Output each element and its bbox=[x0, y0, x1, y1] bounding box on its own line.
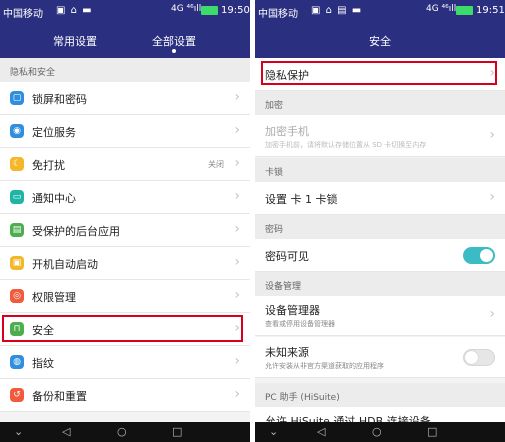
section-pc-assistant: PC 助手 (HiSuite) bbox=[255, 383, 505, 407]
chevron-right-icon: › bbox=[234, 122, 240, 138]
sim-lock-label: 设置 卡 1 卡锁 bbox=[265, 193, 338, 206]
home-icon[interactable]: ○ bbox=[372, 425, 382, 438]
encrypt-phone-label: 加密手机 bbox=[265, 125, 309, 138]
fingerprint-icon: ◍ bbox=[10, 355, 24, 369]
settings-item-label: 权限管理 bbox=[32, 291, 76, 304]
unknown-sources-description: 允许安装从非官方渠道获取的应用程序 bbox=[265, 362, 384, 370]
toggle-knob bbox=[465, 351, 478, 364]
toggle-knob bbox=[480, 249, 493, 262]
dnd-status-value: 关闭 bbox=[208, 160, 224, 169]
section-encryption: 加密 bbox=[255, 91, 505, 115]
settings-item-permissions[interactable]: ◎ 权限管理 › bbox=[0, 280, 250, 313]
chevron-right-icon: › bbox=[234, 254, 240, 270]
settings-item-autostart[interactable]: ▣ 开机自动启动 › bbox=[0, 247, 250, 280]
network-signal-icon: 4G ⁴⁶ıll bbox=[426, 4, 457, 14]
chevron-right-icon: › bbox=[234, 353, 240, 369]
password-visible-toggle[interactable] bbox=[463, 247, 495, 264]
tab-common-settings[interactable]: 常用设置 bbox=[53, 33, 97, 49]
status-icons: ▣ ⌂ ▤ ▬ bbox=[311, 5, 363, 16]
settings-item-label: 免打扰 bbox=[32, 159, 65, 172]
carrier-name: 中国移动 bbox=[258, 9, 298, 20]
recent-apps-icon[interactable]: □ bbox=[427, 425, 437, 438]
settings-item-label: 定位服务 bbox=[32, 126, 76, 139]
chevron-right-icon: › bbox=[489, 189, 495, 205]
lock-screen-icon: ▢ bbox=[10, 91, 24, 105]
device-admin-label: 设备管理器 bbox=[265, 304, 320, 317]
autostart-icon: ▣ bbox=[10, 256, 24, 270]
section-password: 密码 bbox=[255, 215, 505, 239]
password-visible-row[interactable]: 密码可见 bbox=[255, 239, 505, 272]
active-tab-indicator bbox=[172, 49, 176, 53]
sim-lock-row[interactable]: 设置 卡 1 卡锁 › bbox=[255, 182, 505, 215]
device-admin-row[interactable]: 设备管理器 查看或停用设备管理器 › bbox=[255, 296, 505, 336]
chevron-right-icon: › bbox=[234, 155, 240, 171]
unknown-sources-row[interactable]: 未知来源 允许安装从非官方渠道获取的应用程序 bbox=[255, 337, 505, 378]
settings-item-backup-reset[interactable]: ↺ 备份和重置 › bbox=[0, 379, 250, 412]
settings-item-do-not-disturb[interactable]: ☾ 免打扰 关闭 › bbox=[0, 148, 250, 181]
carrier-name: 中国移动 bbox=[3, 9, 43, 20]
settings-item-label: 通知中心 bbox=[32, 192, 76, 205]
settings-item-label: 开机自动启动 bbox=[32, 258, 98, 271]
settings-item-label: 指纹 bbox=[32, 357, 54, 370]
location-pin-icon: ◉ bbox=[10, 124, 24, 138]
settings-all-screen: 中国移动 ▣ ⌂ ▬ 4G ⁴⁶ıll 19:50 常用设置 全部设置 隐私和安… bbox=[0, 0, 250, 442]
protected-apps-icon: ▤ bbox=[10, 223, 24, 237]
page-title: 安全 bbox=[369, 35, 391, 48]
security-title-bar: 安全 bbox=[255, 22, 505, 58]
settings-item-label: 锁屏和密码 bbox=[32, 93, 87, 106]
settings-item-notification-center[interactable]: ▭ 通知中心 › bbox=[0, 181, 250, 214]
status-icons: ▣ ⌂ ▬ bbox=[56, 5, 93, 16]
device-admin-description: 查看或停用设备管理器 bbox=[265, 320, 335, 328]
unknown-sources-toggle[interactable] bbox=[463, 349, 495, 366]
section-privacy-security: 隐私和安全 bbox=[0, 58, 250, 82]
status-bar: 中国移动 ▣ ⌂ ▬ 4G ⁴⁶ıll 19:50 bbox=[0, 0, 250, 22]
chevron-right-icon: › bbox=[234, 89, 240, 105]
status-bar: 中国移动 ▣ ⌂ ▤ ▬ 4G ⁴⁶ıll 19:51 bbox=[255, 0, 505, 22]
navigation-bar: ⌄ ◁ ○ □ bbox=[255, 422, 505, 442]
battery-icon bbox=[456, 6, 473, 15]
chevron-right-icon: › bbox=[234, 386, 240, 402]
settings-item-protected-apps[interactable]: ▤ 受保护的后台应用 › bbox=[0, 214, 250, 247]
privacy-highlight-box bbox=[261, 61, 497, 85]
chevron-right-icon: › bbox=[234, 188, 240, 204]
chevron-right-icon: › bbox=[489, 127, 495, 143]
settings-tab-bar: 常用设置 全部设置 bbox=[0, 22, 250, 58]
section-device-management: 设备管理 bbox=[255, 272, 505, 296]
battery-icon bbox=[201, 6, 218, 15]
back-icon[interactable]: ◁ bbox=[317, 425, 325, 438]
recent-apps-icon[interactable]: □ bbox=[172, 425, 182, 438]
nav-down-icon[interactable]: ⌄ bbox=[14, 425, 23, 438]
status-time: 19:51 bbox=[476, 5, 505, 16]
back-icon[interactable]: ◁ bbox=[62, 425, 70, 438]
security-highlight-box bbox=[2, 315, 243, 342]
settings-item-location[interactable]: ◉ 定位服务 › bbox=[0, 115, 250, 148]
security-screen: 中国移动 ▣ ⌂ ▤ ▬ 4G ⁴⁶ıll 19:51 安全 隐私保护 › 加密… bbox=[255, 0, 505, 442]
chevron-right-icon: › bbox=[234, 221, 240, 237]
notification-icon: ▭ bbox=[10, 190, 24, 204]
section-sim-lock: 卡锁 bbox=[255, 158, 505, 182]
tab-all-settings[interactable]: 全部设置 bbox=[152, 33, 196, 49]
password-visible-label: 密码可见 bbox=[265, 250, 309, 263]
settings-item-label: 备份和重置 bbox=[32, 390, 87, 403]
backup-icon: ↺ bbox=[10, 388, 24, 402]
nav-down-icon[interactable]: ⌄ bbox=[269, 425, 278, 438]
encrypt-phone-row: 加密手机 加密手机前，请将默认存储位置从 SD 卡切换至内存 › bbox=[255, 115, 505, 157]
permission-icon: ◎ bbox=[10, 289, 24, 303]
encrypt-phone-description: 加密手机前，请将默认存储位置从 SD 卡切换至内存 bbox=[265, 141, 427, 149]
network-signal-icon: 4G ⁴⁶ıll bbox=[171, 4, 202, 14]
settings-item-lock-screen[interactable]: ▢ 锁屏和密码 › bbox=[0, 82, 250, 115]
navigation-bar: ⌄ ◁ ○ □ bbox=[0, 422, 250, 442]
home-icon[interactable]: ○ bbox=[117, 425, 127, 438]
settings-item-label: 受保护的后台应用 bbox=[32, 225, 120, 238]
chevron-right-icon: › bbox=[489, 306, 495, 322]
settings-item-fingerprint[interactable]: ◍ 指纹 › bbox=[0, 346, 250, 379]
unknown-sources-label: 未知来源 bbox=[265, 346, 309, 359]
status-time: 19:50 bbox=[221, 5, 250, 16]
moon-icon: ☾ bbox=[10, 157, 24, 171]
chevron-right-icon: › bbox=[234, 287, 240, 303]
